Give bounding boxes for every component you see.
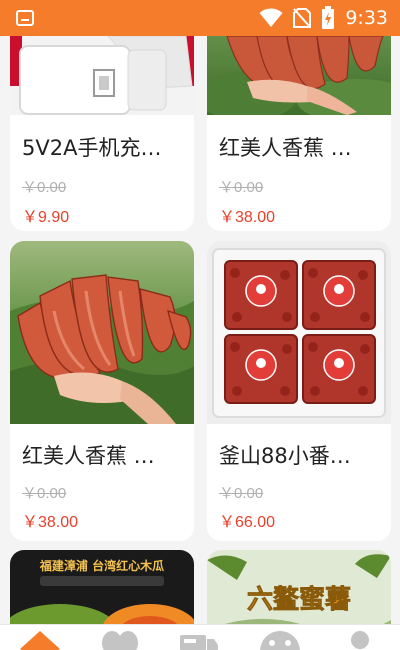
product-card[interactable]: 5V2A手机充… ￥0.00 ￥9.90 — [10, 36, 194, 231]
original-price: ￥0.00 — [219, 179, 264, 196]
tab-profile[interactable] — [340, 629, 380, 650]
sale-price: ￥9.90 — [22, 209, 70, 226]
clock: 9:33 — [345, 7, 388, 29]
product-title: 红美人香蕉 … — [219, 136, 352, 160]
status-bar: 9:33 — [0, 0, 400, 36]
product-grid[interactable]: 5V2A手机充… ￥0.00 ￥9.90 红美人香蕉 … ￥0.00 ￥38.0… — [0, 36, 400, 624]
message-icon — [260, 631, 300, 650]
honey-banner-text: 六鳌蜜薯 — [247, 584, 351, 615]
tab-delivery[interactable] — [180, 629, 220, 650]
product-title: 釜山88小番… — [219, 444, 351, 468]
original-price: ￥0.00 — [22, 485, 67, 502]
profile-icon — [351, 631, 369, 649]
product-title: 5V2A手机充… — [22, 136, 162, 160]
product-card[interactable]: 红美人香蕉 … ￥0.00 ￥38.00 — [10, 241, 194, 541]
product-image-honey-melon: 六鳌蜜薯 — [207, 550, 391, 624]
truck-icon — [180, 635, 218, 650]
product-image-red-banana — [207, 36, 391, 115]
category-icon — [102, 631, 138, 650]
tab-category[interactable] — [100, 629, 140, 650]
tab-messages[interactable] — [260, 629, 300, 650]
product-card[interactable]: 红美人香蕉 … ￥0.00 ￥38.00 — [207, 36, 391, 231]
product-card[interactable]: 六鳌蜜薯 — [207, 550, 391, 624]
no-sim-icon — [293, 8, 312, 28]
status-icons: 9:33 — [259, 6, 388, 30]
product-image-phone-charger — [10, 36, 194, 115]
product-card[interactable]: 釜山88小番… ￥0.00 ￥66.00 — [207, 241, 391, 541]
product-card[interactable]: 福建漳浦 台湾红心木瓜 — [10, 550, 194, 624]
wifi-icon — [259, 8, 283, 27]
original-price: ￥0.00 — [219, 485, 264, 502]
product-title: 红美人香蕉 … — [22, 444, 155, 468]
original-price: ￥0.00 — [22, 179, 67, 196]
sale-price: ￥38.00 — [219, 209, 276, 226]
product-image-papaya: 福建漳浦 台湾红心木瓜 — [10, 550, 194, 624]
bottom-tab-bar — [0, 624, 400, 650]
app-badge-icon — [16, 10, 34, 26]
sale-price: ￥38.00 — [22, 514, 79, 531]
battery-charging-icon — [322, 6, 335, 29]
papaya-banner-text: 福建漳浦 台湾红心木瓜 — [39, 558, 164, 573]
tab-home[interactable] — [20, 629, 60, 650]
home-icon — [20, 631, 60, 650]
product-image-cherry-tomato-boxes — [207, 241, 391, 424]
product-image-red-banana — [10, 241, 194, 424]
sale-price: ￥66.00 — [219, 514, 276, 531]
